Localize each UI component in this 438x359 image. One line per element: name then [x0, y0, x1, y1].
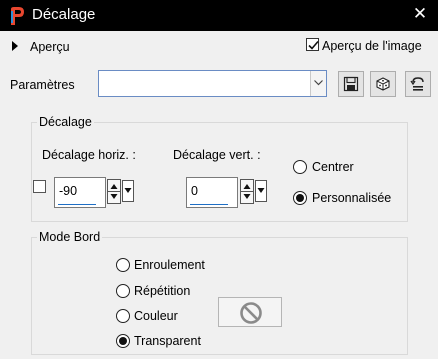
- save-preset-button[interactable]: [338, 71, 364, 97]
- chevron-down-icon[interactable]: [310, 71, 326, 96]
- color-radio[interactable]: [116, 309, 130, 323]
- no-entry-icon: [240, 302, 262, 324]
- edge-mode-group: [31, 237, 408, 355]
- link-offsets-checkbox[interactable]: [33, 180, 46, 193]
- center-radio-label[interactable]: Centrer: [312, 160, 354, 174]
- horizontal-offset-input[interactable]: -90: [54, 177, 106, 208]
- reset-button[interactable]: [405, 71, 431, 97]
- caret-down-icon: [257, 188, 265, 193]
- app-icon: [8, 6, 26, 26]
- close-icon[interactable]: ✕: [410, 4, 430, 24]
- preview-toggle[interactable]: Aperçu: [30, 40, 70, 54]
- center-radio[interactable]: [293, 160, 307, 174]
- dice-icon: [376, 77, 390, 91]
- randomize-button[interactable]: [370, 71, 396, 97]
- edge-mode-group-title: Mode Bord: [37, 230, 103, 244]
- reset-icon: [410, 77, 424, 91]
- vertical-offset-label: Décalage vert. :: [173, 148, 261, 162]
- transparent-radio[interactable]: [116, 334, 130, 348]
- vertical-offset-input[interactable]: 0: [186, 177, 238, 208]
- wrap-radio-label[interactable]: Enroulement: [134, 258, 205, 272]
- horizontal-offset-label: Décalage horiz. :: [42, 148, 136, 162]
- transparent-radio-label[interactable]: Transparent: [134, 334, 201, 348]
- offset-group-title: Décalage: [37, 115, 94, 129]
- preview-image-label[interactable]: Aperçu de l'image: [322, 39, 422, 53]
- horizontal-offset-value: -90: [59, 184, 78, 198]
- vertical-offset-stepper[interactable]: [240, 179, 254, 204]
- window-title: Décalage: [32, 6, 96, 23]
- edge-color-swatch[interactable]: [218, 297, 282, 327]
- focus-underline: [58, 204, 96, 205]
- vertical-offset-dropdown[interactable]: [255, 180, 267, 202]
- save-icon: [343, 76, 359, 92]
- focus-underline: [190, 204, 228, 205]
- presets-label: Paramètres: [10, 78, 75, 92]
- custom-radio-label[interactable]: Personnalisée: [312, 191, 391, 205]
- caret-down-icon: [124, 188, 132, 193]
- vertical-offset-value: 0: [191, 184, 198, 198]
- presets-combobox[interactable]: [98, 70, 327, 97]
- custom-radio[interactable]: [293, 191, 307, 205]
- repeat-radio-label[interactable]: Répétition: [134, 284, 190, 298]
- horizontal-offset-stepper[interactable]: [107, 179, 121, 204]
- expand-arrow-icon[interactable]: [12, 41, 18, 51]
- color-radio-label[interactable]: Couleur: [134, 309, 178, 323]
- preview-image-checkbox[interactable]: [306, 38, 319, 51]
- horizontal-offset-dropdown[interactable]: [122, 180, 134, 202]
- wrap-radio[interactable]: [116, 258, 130, 272]
- repeat-radio[interactable]: [116, 284, 130, 298]
